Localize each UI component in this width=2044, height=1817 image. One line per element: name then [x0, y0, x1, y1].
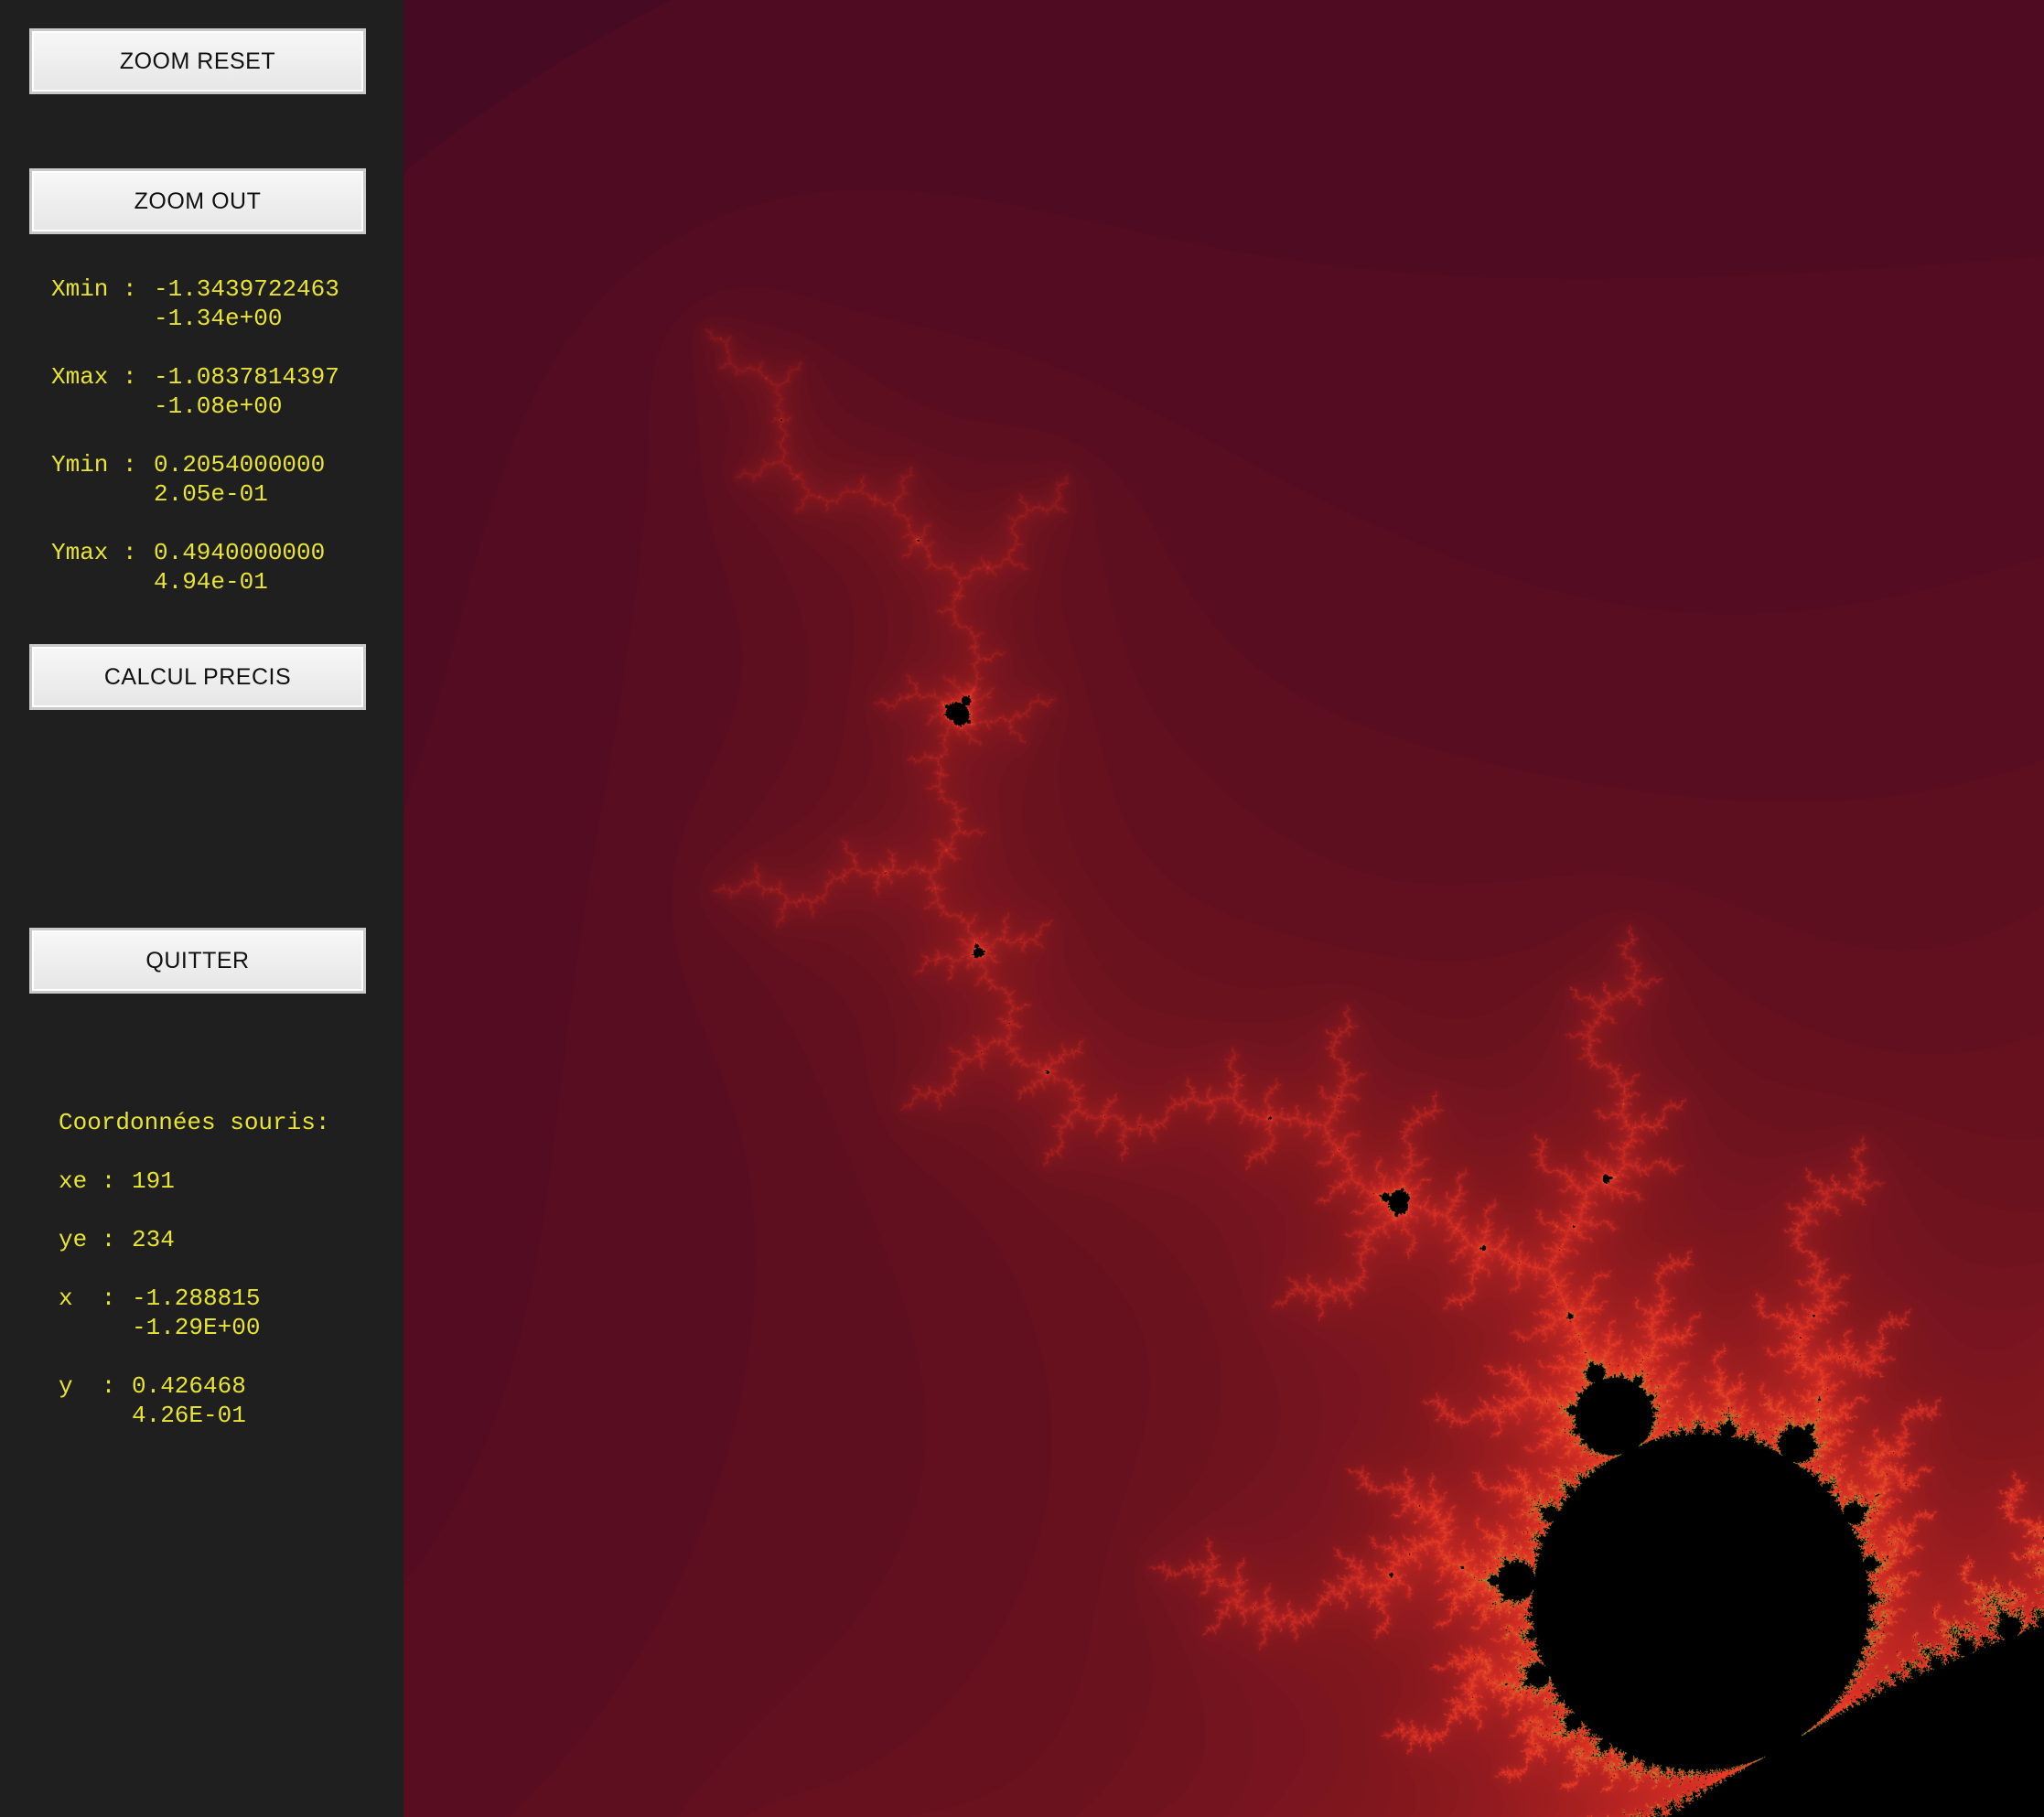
mouse-coords-title: Coordonnées souris: [59, 1109, 330, 1136]
control-panel: ZOOM RESET ZOOM OUT Xmin : -1.3439722463… [0, 0, 403, 1817]
xmax-sci: -1.08e+00 [154, 392, 283, 420]
ye-label: ye : [59, 1226, 116, 1253]
ymin-label: Ymin : [51, 451, 137, 478]
y-sci: 4.26E-01 [132, 1402, 246, 1429]
ymax-sci: 4.94e-01 [154, 568, 268, 596]
y-value: 0.426468 [132, 1372, 246, 1400]
ymax-value: 0.4940000000 [154, 539, 326, 566]
xmax-value: -1.0837814397 [154, 363, 339, 391]
y-label: y : [59, 1372, 116, 1400]
calcul-precis-button[interactable]: CALCUL PRECIS [29, 644, 366, 710]
xmax-label: Xmax : [51, 363, 137, 391]
xe-value: 191 [132, 1167, 175, 1195]
xe-label: xe : [59, 1167, 116, 1195]
mandelbrot-canvas[interactable] [403, 0, 2044, 1817]
zoom-out-button[interactable]: ZOOM OUT [29, 168, 366, 234]
ye-value: 234 [132, 1226, 175, 1253]
x-sci: -1.29E+00 [132, 1314, 261, 1341]
x-label: x : [59, 1285, 116, 1312]
ymin-value: 0.2054000000 [154, 451, 326, 478]
quitter-button[interactable]: QUITTER [29, 928, 366, 994]
xmin-value: -1.3439722463 [154, 275, 339, 303]
zoom-reset-button[interactable]: ZOOM RESET [29, 28, 366, 94]
ymax-label: Ymax : [51, 539, 137, 566]
xmin-label: Xmin : [51, 275, 137, 303]
x-value: -1.288815 [132, 1285, 261, 1312]
ymin-sci: 2.05e-01 [154, 480, 268, 508]
xmin-sci: -1.34e+00 [154, 305, 283, 332]
